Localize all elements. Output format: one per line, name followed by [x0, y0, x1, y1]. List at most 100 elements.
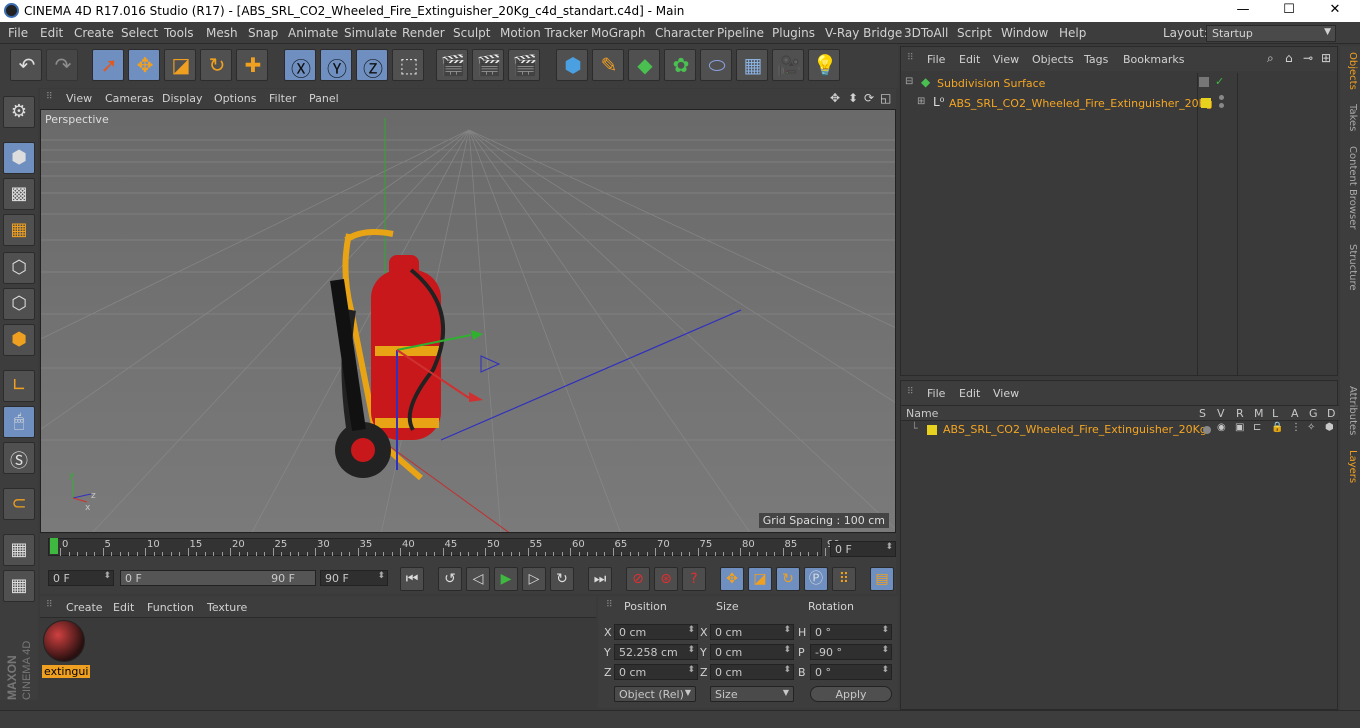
polygons-mode-button[interactable]: ⬢ — [3, 324, 35, 356]
objects-menu-objects[interactable]: Objects — [1032, 53, 1074, 66]
objects-menu-tags[interactable]: Tags — [1084, 53, 1108, 66]
menu-create[interactable]: Create — [74, 26, 114, 40]
apply-button[interactable]: Apply — [810, 686, 892, 702]
snap-button[interactable]: Ⓢ — [3, 442, 35, 474]
close-button[interactable]: ✕ — [1312, 2, 1358, 20]
viewport-menu-filter[interactable]: Filter — [269, 92, 296, 105]
position-y-field[interactable]: 52.258 cm — [614, 644, 698, 660]
manager-icon[interactable]: ⊏ — [1253, 422, 1261, 433]
menu-snap[interactable]: Snap — [248, 26, 278, 40]
menu-render[interactable]: Render — [402, 26, 445, 40]
menu-tools[interactable]: Tools — [164, 26, 194, 40]
key-param-button[interactable]: Ⓟ — [804, 567, 828, 591]
tweak-mode-button[interactable]: 🖱 — [3, 406, 35, 438]
material-menu-function[interactable]: Function — [147, 601, 194, 614]
menu-vray-bridge[interactable]: V-Ray Bridge — [825, 26, 902, 40]
size-z-field[interactable]: 0 cm — [710, 664, 794, 680]
workplane-align-button[interactable]: ▦ — [3, 570, 35, 602]
minimize-button[interactable]: — — [1220, 2, 1266, 20]
y-axis-button[interactable]: Ⓨ — [320, 49, 352, 81]
lock-icon[interactable]: 🔒 — [1271, 422, 1283, 433]
select-tool-button[interactable]: ➚ — [92, 49, 124, 81]
layers-col-r[interactable]: R — [1236, 407, 1244, 420]
animation-icon[interactable]: ⋮ — [1291, 422, 1301, 433]
menu-motion-tracker[interactable]: Motion Tracker — [500, 26, 588, 40]
object-layer-tag[interactable] — [1199, 77, 1209, 87]
rotate-tool-button[interactable]: ↻ — [200, 49, 232, 81]
material-menu-edit[interactable]: Edit — [113, 601, 134, 614]
material-name[interactable]: extingui — [42, 665, 91, 678]
layers-col-a[interactable]: A — [1291, 407, 1299, 420]
objects-menu-bookmarks[interactable]: Bookmarks — [1123, 53, 1184, 66]
tab-attributes[interactable]: Attributes — [1342, 386, 1358, 435]
position-x-field[interactable]: 0 cm — [614, 624, 698, 640]
model-mode-button[interactable]: ⬢ — [3, 142, 35, 174]
menu-window[interactable]: Window — [1001, 26, 1048, 40]
undo-button[interactable]: ↶ — [10, 49, 42, 81]
key-rotation-button[interactable]: ↻ — [776, 567, 800, 591]
workplane-button[interactable]: ▦ — [3, 214, 35, 246]
menu-character[interactable]: Character — [655, 26, 714, 40]
key-scale-button[interactable]: ◪ — [748, 567, 772, 591]
menu-plugins[interactable]: Plugins — [772, 26, 815, 40]
object-row-subdivision[interactable]: ⊟ ◆ Subdivision Surface — [903, 75, 1197, 93]
home-icon[interactable]: ⌂ — [1285, 51, 1293, 65]
tab-takes[interactable]: Takes — [1342, 104, 1358, 131]
prev-frame-button[interactable]: ◁ — [466, 567, 490, 591]
max-frame-field[interactable]: 90 F — [320, 570, 388, 586]
next-key-button[interactable]: ↻ — [550, 567, 574, 591]
key-position-button[interactable]: ✥ — [720, 567, 744, 591]
viewport-menu-panel[interactable]: Panel — [309, 92, 339, 105]
layers-menu-edit[interactable]: Edit — [959, 387, 980, 400]
objects-menu-file[interactable]: File — [927, 53, 945, 66]
material-thumbnail[interactable] — [43, 620, 85, 662]
viewport-menu-view[interactable]: View — [66, 92, 92, 105]
menu-animate[interactable]: Animate — [288, 26, 338, 40]
layers-col-d[interactable]: D — [1327, 407, 1335, 420]
tab-layers[interactable]: Layers — [1342, 450, 1358, 483]
solo-toggle[interactable] — [1203, 426, 1211, 434]
tab-content-browser[interactable]: Content Browser — [1342, 146, 1358, 229]
viewport-move-icon[interactable]: ✥ — [830, 91, 840, 105]
timeline-end-field[interactable]: 0 F — [830, 541, 896, 557]
viewport-zoom-icon[interactable]: ⬍ — [848, 91, 858, 105]
layers-col-g[interactable]: G — [1309, 407, 1318, 420]
workplane-lock-button[interactable]: ▦ — [3, 534, 35, 566]
render-picture-viewer-button[interactable]: 🎬 — [472, 49, 504, 81]
next-frame-button[interactable]: ▷ — [522, 567, 546, 591]
autokey-button[interactable]: ⊛ — [654, 567, 678, 591]
material-menu-texture[interactable]: Texture — [207, 601, 247, 614]
viewport-menu-display[interactable]: Display — [162, 92, 203, 105]
maximize-button[interactable]: ☐ — [1266, 2, 1312, 20]
texture-mode-button[interactable]: ▩ — [3, 178, 35, 210]
cube-button[interactable]: ⬢ — [556, 49, 588, 81]
menu-edit[interactable]: Edit — [40, 26, 63, 40]
floor-button[interactable]: ▦ — [736, 49, 768, 81]
object-row-extinguisher[interactable]: ⊞ L⁰ ABS_SRL_CO2_Wheeled_Fire_Extinguish… — [903, 95, 1213, 113]
points-mode-button[interactable]: ⬡ — [3, 252, 35, 284]
viewport-rotate-icon[interactable]: ⟳ — [864, 91, 874, 105]
go-to-start-button[interactable]: ⏮ — [400, 567, 424, 591]
layers-col-m[interactable]: M — [1254, 407, 1264, 420]
subdivision-button[interactable]: ◆ — [628, 49, 660, 81]
x-axis-button[interactable]: Ⓧ — [284, 49, 316, 81]
expand-icon[interactable]: ⊞ — [917, 96, 925, 107]
rotation-h-field[interactable]: 0 ° — [810, 624, 892, 640]
scale-tool-button[interactable]: ◪ — [164, 49, 196, 81]
coordinate-system-button[interactable]: ⬚ — [392, 49, 424, 81]
light-button[interactable]: 💡 — [808, 49, 840, 81]
make-editable-button[interactable]: ⚙ — [3, 96, 35, 128]
layer-row[interactable]: └ ABS_SRL_CO2_Wheeled_Fire_Extinguisher_… — [901, 422, 1339, 438]
menu-script[interactable]: Script — [957, 26, 992, 40]
tab-objects[interactable]: Objects — [1342, 52, 1358, 90]
viewport-maximize-icon[interactable]: ◱ — [880, 91, 891, 105]
menu-help[interactable]: Help — [1059, 26, 1086, 40]
record-key-button[interactable]: ⊘ — [626, 567, 650, 591]
new-panel-icon[interactable]: ⊞ — [1321, 51, 1331, 65]
redo-button[interactable]: ↷ — [46, 49, 78, 81]
axis-mode-button[interactable]: ∟ — [3, 370, 35, 402]
timeline-window-button[interactable]: ▤ — [870, 567, 894, 591]
z-axis-button[interactable]: Ⓩ — [356, 49, 388, 81]
size-y-field[interactable]: 0 cm — [710, 644, 794, 660]
layers-col-v[interactable]: V — [1217, 407, 1225, 420]
